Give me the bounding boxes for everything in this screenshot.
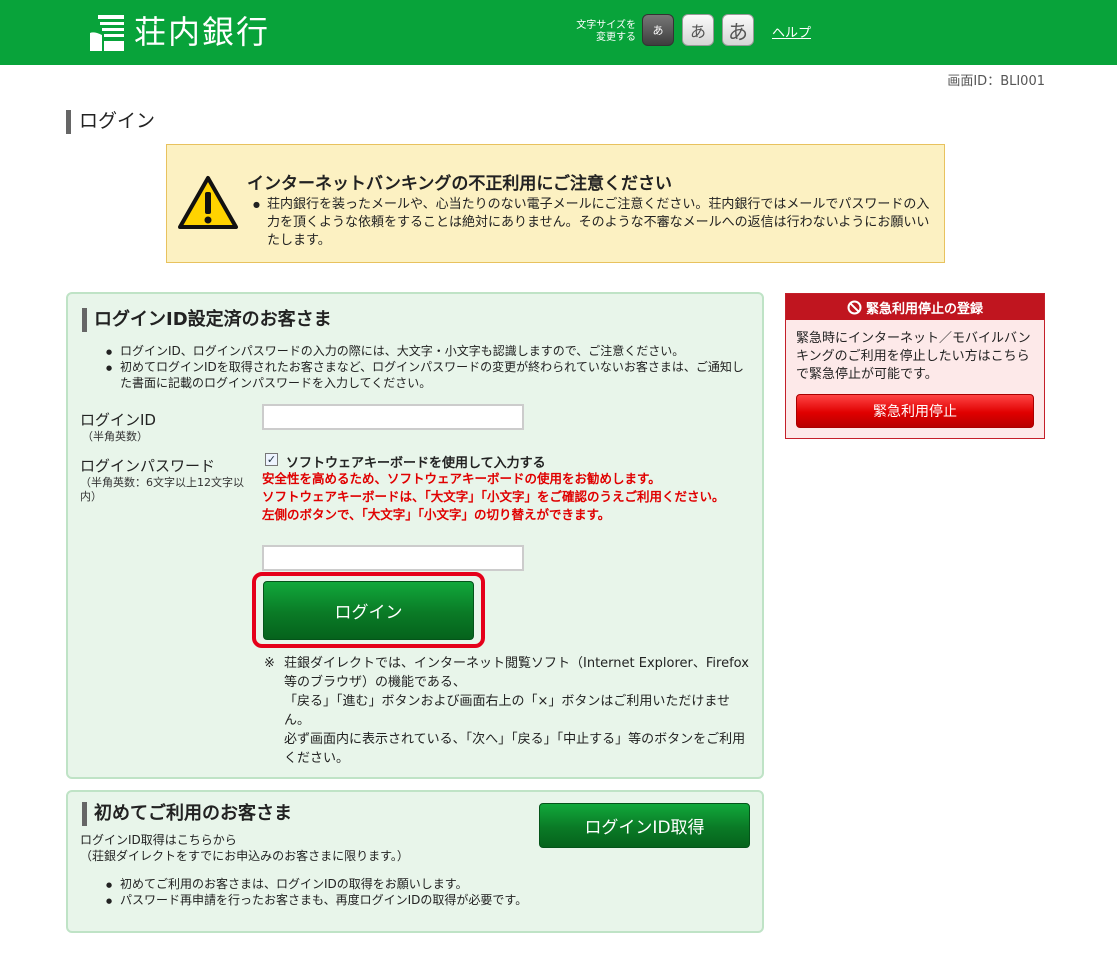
get-login-id-button[interactable]: ログインID取得: [539, 803, 750, 848]
prohibited-icon: [847, 300, 862, 315]
emergency-stop-header: 緊急利用停止の登録: [786, 294, 1044, 320]
emergency-stop-text: 緊急時にインターネット／モバイルバンキングのご利用を停止したい方はこちらで緊急停…: [796, 331, 1031, 382]
font-size-large-button[interactable]: あ: [722, 14, 754, 46]
emergency-stop-title: 緊急利用停止の登録: [865, 301, 983, 317]
list-item: 初めてご利用のお客さまは、ログインIDの取得をお願いします。: [106, 876, 746, 893]
first-time-description: ログインID取得はこちらから （荘銀ダイレクトをすでにお申込みのお客さまに限りま…: [80, 833, 409, 863]
screen-id: 画面ID：BLI001: [947, 74, 1045, 89]
bank-name: 荘内銀行: [134, 13, 271, 51]
bank-logo[interactable]: 荘内銀行: [88, 10, 270, 54]
password-label: ログインパスワード: [80, 457, 216, 475]
password-input[interactable]: [262, 545, 524, 571]
warning-title: インターネットバンキングの不正利用にご注意ください: [247, 174, 672, 194]
emergency-stop-button[interactable]: 緊急利用停止: [796, 394, 1034, 428]
software-keyboard-checkbox[interactable]: ✓: [265, 453, 278, 466]
login-bullets: ログインID、ログインパスワードの入力の際には、大文字・小文字も認識しますので、…: [106, 343, 751, 391]
font-size-small-button[interactable]: あ: [642, 14, 674, 46]
login-id-input[interactable]: [262, 404, 524, 430]
list-item: パスワード再申請を行ったお客さまも、再度ログインIDの取得が必要です。: [106, 892, 746, 909]
header-bar: 荘内銀行 文字サイズを 変更する あ あ あ ヘルプ: [0, 0, 1117, 65]
help-link[interactable]: ヘルプ: [772, 22, 811, 41]
note-mark: ※: [264, 656, 275, 671]
first-time-bullets: 初めてご利用のお客さまは、ログインIDの取得をお願いします。 パスワード再申請を…: [106, 876, 746, 909]
browser-button-note: ※ 荘銀ダイレクトでは、インターネット閲覧ソフト（Internet Explor…: [264, 656, 749, 766]
software-keyboard-label[interactable]: ソフトウェアキーボードを使用して入力する: [286, 452, 546, 471]
login-id-label: ログインID: [80, 411, 156, 429]
bank-logo-icon: [88, 11, 128, 53]
font-size-label: 文字サイズを 変更する: [576, 20, 636, 43]
login-section-title: ログインID設定済のお客さま: [82, 308, 332, 332]
first-time-section-title: 初めてご利用のお客さま: [82, 802, 292, 826]
keyboard-notes: 安全性を高めるため、ソフトウェアキーボードの使用をお勧めします。 ソフトウェアキ…: [262, 471, 725, 522]
warning-body: 荘内銀行を装ったメールや、心当たりのない電子メールにご注意ください。荘内銀行では…: [253, 196, 933, 250]
warning-icon: [177, 175, 239, 235]
page-title: ログイン: [66, 110, 155, 134]
fraud-warning-box: インターネットバンキングの不正利用にご注意ください 荘内銀行を装ったメールや、心…: [166, 144, 945, 263]
list-item: 初めてログインIDを取得されたお客さまなど、ログインパスワードの変更が終わられて…: [106, 359, 751, 391]
login-id-hint: （半角英数）: [82, 430, 148, 443]
login-button[interactable]: ログイン: [263, 581, 474, 640]
password-hint: （半角英数：6文字以上12文字以内）: [80, 476, 244, 503]
list-item: ログインID、ログインパスワードの入力の際には、大文字・小文字も認識しますので、…: [106, 343, 751, 360]
font-size-medium-button[interactable]: あ: [682, 14, 714, 46]
emergency-stop-box: 緊急利用停止の登録 緊急時にインターネット／モバイルバンキングのご利用を停止した…: [785, 293, 1045, 439]
